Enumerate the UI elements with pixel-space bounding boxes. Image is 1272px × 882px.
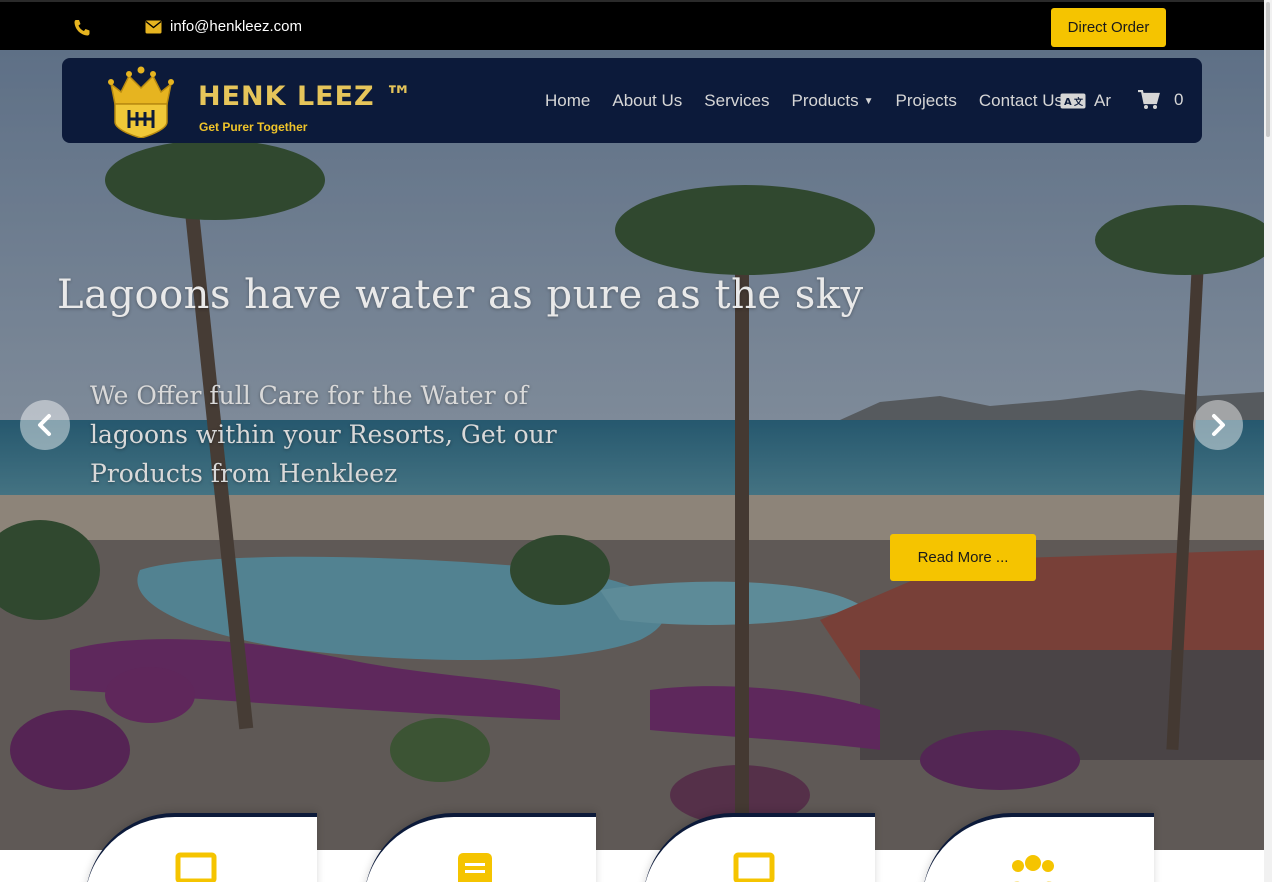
- language-label: Ar: [1094, 91, 1111, 110]
- svg-text:A: A: [1064, 97, 1072, 108]
- cart-count: 0: [1174, 90, 1184, 109]
- hero-title: Lagoons have water as pure as the sky: [57, 272, 864, 318]
- nav-services-label: Services: [704, 91, 770, 110]
- nav-home-label: Home: [545, 91, 591, 110]
- nav-about-label: About Us: [612, 91, 683, 110]
- cart-button[interactable]: 0: [1138, 90, 1183, 110]
- brand-tagline: Get Purer Together: [199, 120, 308, 134]
- phone-icon[interactable]: [72, 18, 92, 38]
- laptop-icon: [175, 852, 217, 882]
- caret-down-icon: ▼: [863, 95, 874, 107]
- nav-services[interactable]: Services: [704, 91, 769, 111]
- translate-icon: A 文: [1060, 93, 1086, 109]
- users-icon: [1012, 855, 1054, 882]
- laptop-icon: [733, 852, 775, 882]
- nav-menu: Home About Us Services Products ▼ Project…: [545, 91, 1085, 111]
- nav-about-us[interactable]: About Us: [612, 91, 682, 111]
- chevron-left-icon: [38, 414, 51, 436]
- brand-name[interactable]: HENK LEEZ ™: [198, 81, 413, 112]
- nav-projects-label: Projects: [895, 91, 957, 110]
- hero-carousel: Lagoons have water as pure as the sky We…: [0, 50, 1264, 850]
- cart-icon: [1138, 90, 1160, 109]
- nav-contact-label: Contact Us: [978, 91, 1063, 110]
- read-more-button[interactable]: Read More ...: [890, 534, 1036, 581]
- carousel-next-button[interactable]: [1193, 400, 1243, 450]
- scrollbar-thumb[interactable]: [1266, 2, 1270, 137]
- nav-contact-us[interactable]: Contact Us: [979, 91, 1063, 111]
- crown-logo-icon[interactable]: [105, 62, 177, 138]
- document-icon: [458, 853, 492, 882]
- contact-email[interactable]: info@henkleez.com: [170, 18, 302, 35]
- svg-text:文: 文: [1073, 96, 1084, 108]
- nav-products-label: Products: [791, 91, 859, 110]
- nav-products-dropdown[interactable]: Products ▼: [791, 91, 873, 111]
- carousel-prev-button[interactable]: [20, 400, 70, 450]
- language-switcher[interactable]: A 文 Ar: [1060, 91, 1111, 111]
- nav-home[interactable]: Home: [545, 91, 590, 111]
- hero-subtitle: We Offer full Care for the Water of lago…: [90, 381, 557, 488]
- top-bar: info@henkleez.com Direct Order: [0, 0, 1264, 50]
- nav-projects[interactable]: Projects: [895, 91, 956, 111]
- direct-order-button[interactable]: Direct Order: [1051, 8, 1166, 47]
- envelope-icon: [145, 20, 162, 34]
- chevron-right-icon: [1212, 414, 1225, 436]
- main-navbar: HENK LEEZ ™ Get Purer Together Home Abou…: [62, 58, 1202, 143]
